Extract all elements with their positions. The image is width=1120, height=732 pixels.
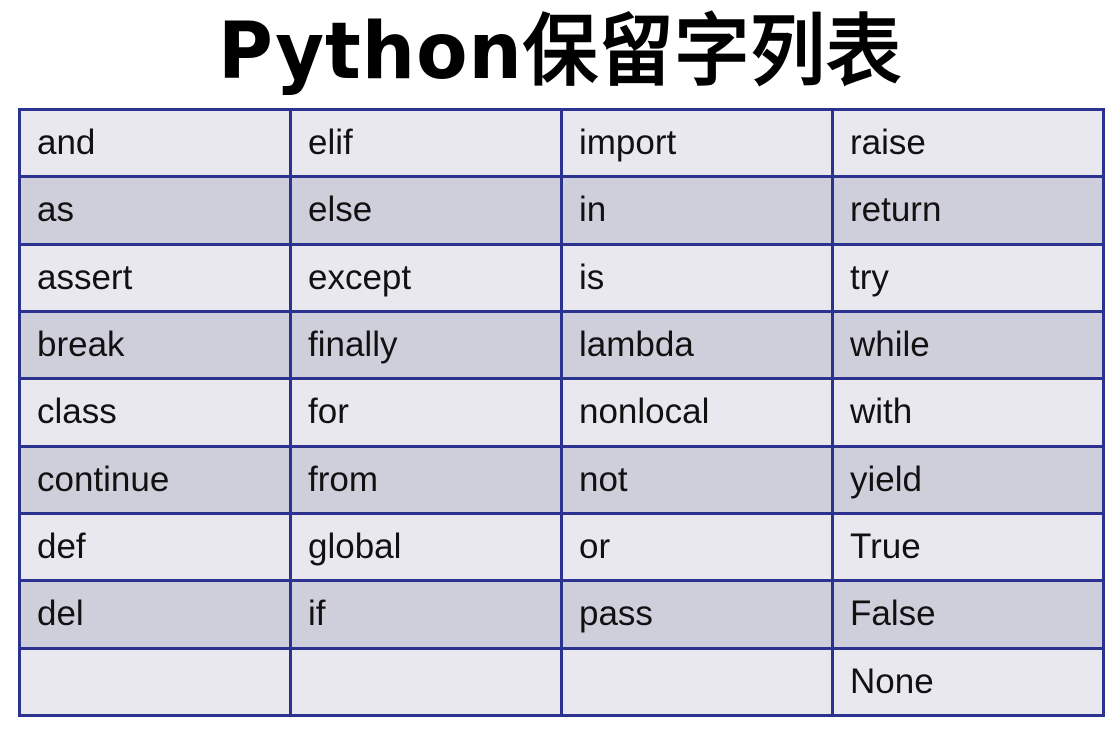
keyword-cell: if <box>289 579 563 650</box>
keyword-cell: or <box>560 511 834 583</box>
keyword-cell: True <box>831 511 1105 583</box>
keyword-cell: as <box>18 175 292 246</box>
keyword-cell: is <box>560 242 834 313</box>
keyword-cell: except <box>289 242 563 313</box>
keyword-cell: import <box>560 107 834 179</box>
keyword-cell: from <box>289 444 563 515</box>
keyword-cell: yield <box>831 444 1105 515</box>
keyword-cell: del <box>18 579 292 650</box>
keyword-cell: elif <box>289 107 563 179</box>
keyword-cell: global <box>289 511 563 583</box>
table-row: assert except is try <box>18 242 1105 313</box>
keyword-cell: None <box>831 646 1105 718</box>
table-row: as else in return <box>18 175 1105 246</box>
keyword-cell: for <box>289 377 563 448</box>
keyword-cell: raise <box>831 107 1105 179</box>
table-row: del if pass False <box>18 579 1105 650</box>
keyword-cell: finally <box>289 309 563 381</box>
keyword-cell <box>560 646 834 718</box>
keyword-cell: in <box>560 175 834 246</box>
keyword-cell: not <box>560 444 834 515</box>
keywords-table-body: and elif import raise as else in return assert ex… <box>18 107 1105 718</box>
keyword-cell: def <box>18 511 292 583</box>
table-row: and elif import raise <box>18 107 1105 179</box>
keyword-cell: try <box>831 242 1105 313</box>
keyword-cell: pass <box>560 579 834 650</box>
keyword-cell: assert <box>18 242 292 313</box>
keyword-cell: class <box>18 377 292 448</box>
table-row: continue from not yield <box>18 444 1105 515</box>
table-row: class for nonlocal with <box>18 377 1105 448</box>
keyword-cell: lambda <box>560 309 834 381</box>
keyword-cell: while <box>831 309 1105 381</box>
keyword-cell: return <box>831 175 1105 246</box>
table-row: break finally lambda while <box>18 309 1105 381</box>
table-row: None <box>18 646 1105 718</box>
keyword-cell <box>18 646 292 718</box>
keyword-cell: False <box>831 579 1105 650</box>
keyword-cell: with <box>831 377 1105 448</box>
keywords-table: and elif import raise as else in return assert ex… <box>18 107 1105 718</box>
keyword-cell: continue <box>18 444 292 515</box>
keyword-cell: else <box>289 175 563 246</box>
keyword-cell: nonlocal <box>560 377 834 448</box>
keyword-cell: and <box>18 107 292 179</box>
table-row: def global or True <box>18 511 1105 583</box>
keyword-cell: break <box>18 309 292 381</box>
keyword-cell <box>289 646 563 718</box>
page-title: Python保留字列表 <box>218 7 902 97</box>
